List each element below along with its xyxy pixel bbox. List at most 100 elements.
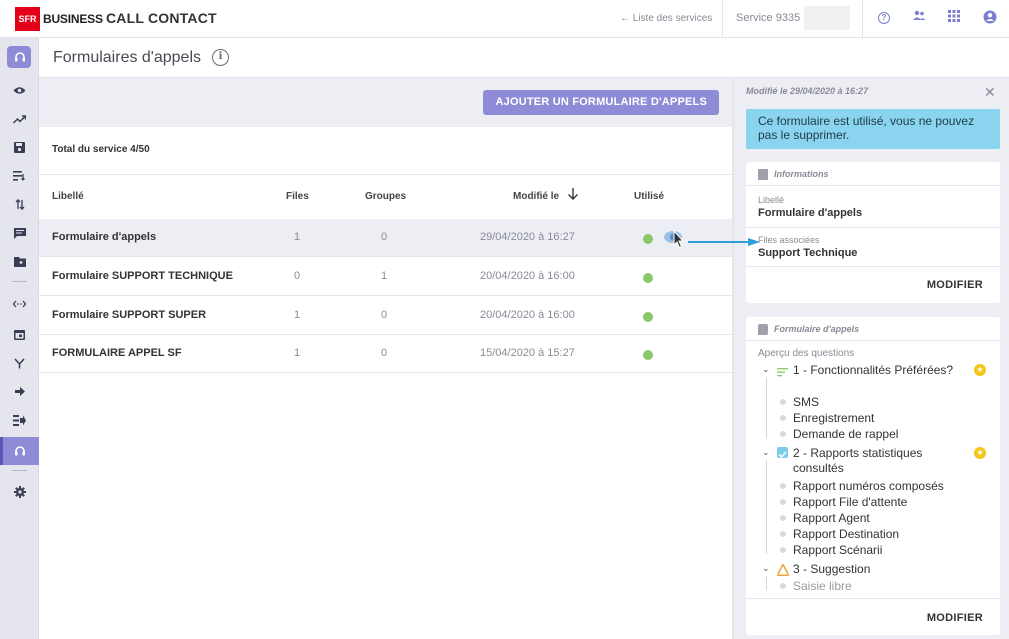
- row-files: 1: [294, 309, 301, 321]
- info-icon[interactable]: i: [212, 49, 229, 66]
- settings-icon[interactable]: [0, 481, 39, 503]
- top-bar: SFR BUSINESS CALL CONTACT ← Liste des se…: [0, 0, 1009, 38]
- row-modified: 20/04/2020 à 16:00: [480, 270, 575, 282]
- question-text: 2 - Rapports statistiques consultés: [793, 446, 923, 475]
- option-dot: [780, 415, 786, 421]
- routing-icon[interactable]: [0, 409, 39, 431]
- chevron-down-icon[interactable]: ⌄: [762, 364, 770, 375]
- main-toolbar: AJOUTER UN FORMULAIRE D'APPELS: [39, 78, 732, 127]
- logo-business-text: BUSINESS: [43, 12, 103, 26]
- code-icon[interactable]: [0, 293, 39, 315]
- chevron-down-icon[interactable]: ⌄: [762, 447, 770, 458]
- folder-icon[interactable]: [0, 251, 39, 273]
- divider: [746, 227, 1000, 228]
- trend-icon[interactable]: [0, 108, 39, 130]
- files-caption: Files associées: [758, 235, 820, 245]
- option-dot: [780, 499, 786, 505]
- column-header-files[interactable]: Files: [286, 191, 309, 202]
- sort-arrow-down-icon[interactable]: [567, 187, 581, 203]
- option-text: Demande de rappel: [793, 427, 899, 441]
- used-status-dot: [643, 350, 653, 360]
- page-title-bar: Formulaires d'appels i: [39, 38, 1009, 78]
- table-row[interactable]: Formulaire d'appels 1 0 29/04/2020 à 16:…: [39, 219, 732, 257]
- table-row[interactable]: Formulaire SUPPORT SUPER 1 0 20/04/2020 …: [39, 297, 732, 335]
- queue-icon[interactable]: [0, 165, 39, 187]
- used-status-dot: [643, 312, 653, 322]
- row-label: FORMULAIRE APPEL SF: [52, 347, 182, 359]
- option-text: Rapport Destination: [793, 527, 900, 541]
- option-text: Rapport Agent: [793, 511, 870, 525]
- row-groups: 1: [381, 270, 388, 282]
- save-icon[interactable]: [0, 136, 39, 158]
- sidebar-separator: [12, 470, 27, 471]
- modify-info-button[interactable]: MODIFIER: [927, 279, 983, 291]
- panel-modified-date: Modifié le 29/04/2020 à 16:27: [746, 86, 869, 96]
- row-files: 0: [294, 270, 301, 282]
- column-header-used[interactable]: Utilisé: [634, 191, 664, 202]
- column-header-label[interactable]: Libellé: [52, 191, 84, 202]
- row-label: Formulaire d'appels: [52, 231, 157, 243]
- option-text: Rapport File d'attente: [793, 495, 908, 509]
- option-dot: [780, 547, 786, 553]
- modify-form-button[interactable]: MODIFIER: [927, 612, 983, 624]
- view-eye-icon[interactable]: [663, 228, 687, 249]
- divider: [39, 174, 732, 175]
- column-header-groups[interactable]: Groupes: [365, 191, 406, 202]
- header-divider: [862, 0, 863, 38]
- row-modified: 29/04/2020 à 16:27: [480, 231, 575, 243]
- close-icon[interactable]: ✕: [984, 84, 996, 101]
- in-use-banner: Ce formulaire est utilisé, vous ne pouve…: [746, 109, 1000, 149]
- option-text: Enregistrement: [793, 411, 875, 425]
- headset-icon[interactable]: [0, 440, 39, 462]
- headset-icon[interactable]: [0, 46, 39, 68]
- apps-grid-icon[interactable]: [946, 10, 962, 26]
- option-dot: [780, 431, 786, 437]
- label-value: Formulaire d'appels: [758, 207, 863, 219]
- option-dot: [780, 583, 786, 589]
- arrow-right-icon[interactable]: [0, 380, 39, 402]
- row-modified: 20/04/2020 à 16:00: [480, 309, 575, 321]
- table-row[interactable]: Formulaire SUPPORT TECHNIQUE 0 1 20/04/2…: [39, 258, 732, 296]
- table-row[interactable]: FORMULAIRE APPEL SF 1 0 15/04/2020 à 15:…: [39, 335, 732, 373]
- users-icon[interactable]: [911, 10, 927, 26]
- required-star-icon: ★: [974, 447, 986, 459]
- tree-line: [766, 576, 767, 590]
- annotation-arrow-icon: [688, 238, 760, 246]
- used-status-dot: [643, 273, 653, 283]
- option-dot: [780, 483, 786, 489]
- files-value: Support Technique: [758, 247, 858, 259]
- card-header: Formulaire d'appels: [746, 317, 1000, 341]
- row-files: 1: [294, 347, 301, 359]
- preview-caption: Aperçu des questions: [758, 348, 855, 359]
- chevron-down-icon[interactable]: ⌄: [762, 563, 770, 574]
- transfer-icon[interactable]: [0, 193, 39, 215]
- row-groups: 0: [381, 347, 388, 359]
- row-label: Formulaire SUPPORT TECHNIQUE: [52, 270, 233, 282]
- app-title: CALL CONTACT: [106, 10, 217, 26]
- message-icon[interactable]: [0, 222, 39, 244]
- service-label: Service 9335: [736, 12, 801, 24]
- option-text: Saisie libre: [793, 579, 852, 593]
- branch-icon[interactable]: [0, 352, 39, 374]
- card-title: Formulaire d'appels: [774, 324, 860, 334]
- sfr-logo[interactable]: SFR: [15, 7, 40, 31]
- text-icon: [777, 562, 789, 576]
- column-header-modified[interactable]: Modifié le: [513, 191, 559, 202]
- used-status-dot: [643, 234, 653, 244]
- tree-line: [766, 377, 767, 439]
- add-call-form-button[interactable]: AJOUTER UN FORMULAIRE D'APPELS: [483, 90, 719, 115]
- calendar-icon[interactable]: [0, 323, 39, 345]
- page-title: Formulaires d'appels: [53, 49, 202, 66]
- service-total: Total du service 4/50: [52, 144, 150, 155]
- services-list-link[interactable]: ← Liste des services: [620, 13, 712, 24]
- question-text: 1 - Fonctionnalités Préférées?: [793, 363, 954, 377]
- help-icon[interactable]: ?: [878, 12, 890, 24]
- divider: [746, 266, 1000, 267]
- card-header: Informations: [746, 162, 1000, 186]
- account-icon[interactable]: [982, 10, 998, 26]
- eye-icon[interactable]: [0, 79, 39, 101]
- tree-line: [766, 460, 767, 554]
- option-dot: [780, 531, 786, 537]
- required-star-icon: ★: [974, 364, 986, 376]
- comment-icon: [758, 324, 768, 335]
